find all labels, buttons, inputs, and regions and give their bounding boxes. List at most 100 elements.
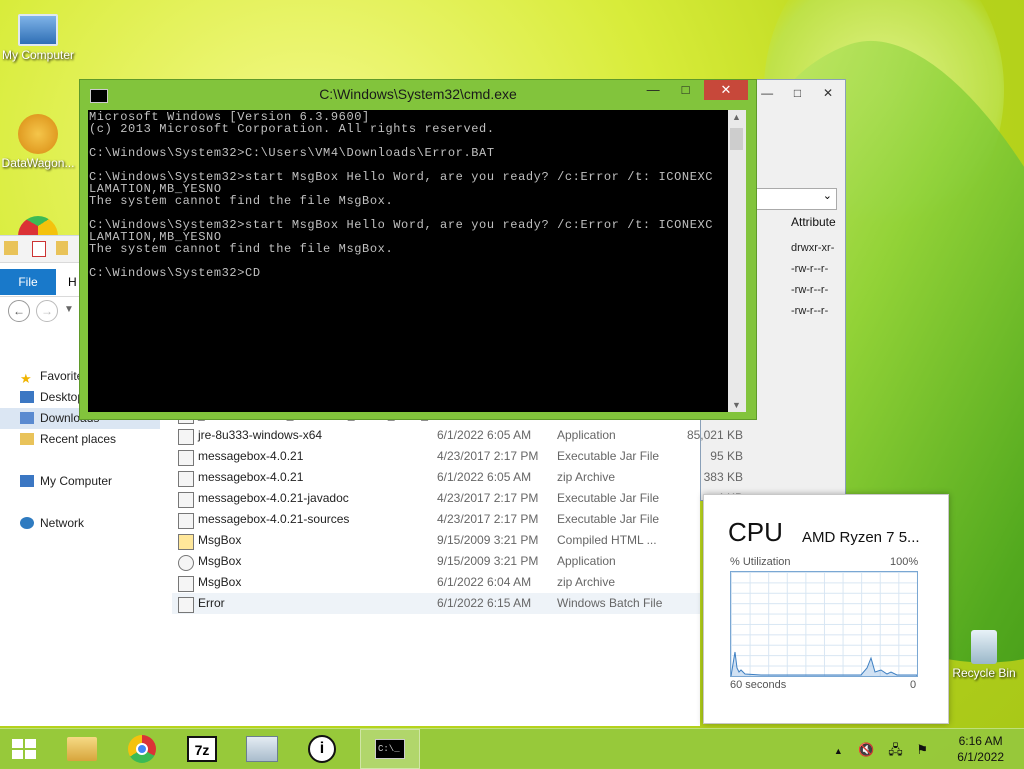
attribute-value: -rw-r--r- [791, 305, 829, 317]
time-window-label: 60 seconds [730, 679, 787, 691]
action-center-flag-icon[interactable]: ⚑ [916, 742, 928, 757]
cpu-utilization-graph [730, 571, 918, 677]
volume-muted-icon[interactable]: 🔇 [858, 742, 874, 757]
background-window-controls: — □ ✕ [754, 84, 841, 102]
cmd-window[interactable]: C:\Windows\System32\cmd.exe — □ ✕ Micros… [79, 79, 757, 420]
file-row[interactable]: jre-8u333-windows-x64 6/1/2022 6:05 AM App… [172, 425, 743, 446]
network-icon[interactable]: 🖧 [888, 742, 903, 757]
file-row[interactable]: MsgBox 9/15/2009 3:21 PM Compiled HTML ... [172, 530, 700, 551]
taskbar-cmd[interactable]: C:\_ [360, 729, 420, 769]
file-row[interactable]: messagebox-4.0.21-sources 4/23/2017 2:17 … [172, 509, 743, 530]
zip-archive-icon [178, 471, 194, 487]
attribute-value: -rw-r--r- [791, 263, 829, 275]
file-row-selected[interactable]: Error 6/1/2022 6:15 AM Windows Batch File [172, 593, 700, 614]
taskbar-msgbox[interactable]: i [296, 729, 348, 769]
system-tray: ▲ 🔇 🖧 ⚑ [834, 741, 928, 763]
zip-archive-icon [178, 576, 194, 592]
new-folder-icon[interactable] [56, 241, 68, 255]
nav-label: Desktop [40, 390, 85, 404]
cpu-model: AMD Ryzen 7 5... [802, 529, 920, 546]
desktop-icon-my-computer[interactable]: My Computer [0, 10, 76, 62]
scroll-down-icon[interactable]: ▼ [732, 400, 741, 410]
file-row[interactable]: messagebox-4.0.21 4/23/2017 2:17 PM Execut… [172, 446, 743, 467]
folder-icon [67, 737, 97, 761]
datawagon-icon [18, 114, 58, 154]
console-output-area[interactable]: Microsoft Windows [Version 6.3.9600] (c)… [88, 110, 728, 412]
recent-locations-chevron-icon[interactable]: ▼ [64, 304, 74, 315]
info-icon: i [308, 735, 336, 763]
star-icon: ★ [20, 371, 32, 386]
forward-arrow-icon[interactable]: → [36, 300, 58, 322]
utilization-label: % Utilization [730, 556, 791, 568]
chrome-icon [128, 735, 156, 763]
task-manager-cpu-panel[interactable]: CPU AMD Ryzen 7 5... % Utilization 100% … [703, 494, 949, 724]
taskbar-chrome[interactable] [116, 729, 168, 769]
console-scrollbar[interactable]: ▲ ▼ [728, 110, 746, 412]
file-row[interactable]: messagebox-4.0.21 6/1/2022 6:05 AM zip Arc… [172, 467, 743, 488]
maximize-button[interactable]: □ [785, 84, 811, 102]
computer-icon [20, 475, 34, 487]
cpu-graph-svg [731, 651, 917, 676]
chevron-down-icon: ⌄ [822, 190, 832, 202]
7zip-icon: 7z [187, 736, 217, 762]
start-button[interactable] [0, 729, 48, 769]
desktop-icon-label: Recycle Bin [952, 666, 1016, 680]
taskbar-7zip[interactable]: 7z [176, 729, 228, 769]
chrome-desktop-icon[interactable] [18, 216, 58, 236]
nav-label: Network [40, 516, 85, 530]
maximize-button[interactable]: □ [672, 80, 700, 100]
application-icon [178, 429, 194, 445]
help-file-icon [178, 534, 194, 550]
windows-logo-icon [12, 739, 36, 759]
minimize-button[interactable]: — [639, 80, 667, 100]
close-button[interactable]: ✕ [704, 80, 748, 100]
nav-recent-places[interactable]: Recent places [0, 429, 160, 450]
recycle-bin-icon [971, 630, 997, 664]
nav-label: My Computer [40, 474, 113, 488]
taskbar: 7z i C:\_ ▲ 🔇 🖧 ⚑ 6:16 AM 6/1/2022 [0, 728, 1024, 769]
desktop-icon-recycle-bin[interactable]: Recycle Bin [946, 630, 1022, 680]
attribute-value: -rw-r--r- [791, 284, 829, 296]
network-icon [20, 517, 34, 529]
scroll-up-icon[interactable]: ▲ [732, 112, 741, 122]
jar-file-icon [178, 513, 194, 529]
info-icon [178, 555, 194, 571]
path-dropdown[interactable]: ⌄ [753, 188, 837, 210]
recent-places-icon [20, 433, 34, 445]
taskbar-resource-monitor[interactable] [236, 729, 288, 769]
min-utilization-label: 0 [910, 679, 917, 691]
resource-monitor-icon [246, 736, 278, 762]
attributes-list: drwxr-xr- -rw-r--r- -rw-r--r- -rw-r--r- [791, 238, 834, 322]
cpu-graph-line [731, 651, 917, 676]
desktop-icon-datawagon[interactable]: DataWagon... [0, 114, 76, 170]
tab-home[interactable]: H [68, 275, 77, 289]
jar-file-icon [178, 450, 194, 466]
properties-icon[interactable] [32, 241, 46, 257]
cmd-title-bar[interactable]: C:\Windows\System32\cmd.exe — □ ✕ [80, 80, 756, 108]
attribute-value: drwxr-xr- [791, 242, 835, 254]
desktop-icon-label: DataWagon... [1, 156, 75, 170]
clock[interactable]: 6:16 AM 6/1/2022 [957, 733, 1004, 765]
desktop-icon [20, 391, 34, 403]
back-arrow-icon[interactable]: ← [8, 300, 30, 322]
file-row[interactable]: MsgBox 6/1/2022 6:04 AM zip Archive [172, 572, 700, 593]
close-button[interactable]: ✕ [815, 84, 841, 102]
file-list: _GetIntoPC.com_VirtualBox_6.1.14_Build_.… [172, 404, 743, 614]
console-icon: C:\_ [375, 739, 405, 759]
taskbar-file-explorer[interactable] [56, 729, 108, 769]
scrollbar-thumb[interactable] [730, 128, 743, 150]
show-hidden-icons-button[interactable]: ▲ [834, 746, 843, 756]
nav-my-computer[interactable]: My Computer [0, 471, 160, 492]
folder-icon [4, 241, 18, 255]
batch-file-gear-icon [178, 597, 194, 613]
nav-network[interactable]: Network [0, 513, 160, 534]
file-row[interactable]: MsgBox 9/15/2009 3:21 PM Application [172, 551, 700, 572]
nav-label: Recent places [40, 432, 117, 446]
minimize-button[interactable]: — [754, 84, 780, 102]
attributes-column-header[interactable]: Attribute [791, 215, 836, 229]
downloads-icon [20, 412, 34, 424]
file-row[interactable]: messagebox-4.0.21-javadoc 4/23/2017 2:17 … [172, 488, 743, 509]
tab-file[interactable]: File [0, 269, 56, 295]
